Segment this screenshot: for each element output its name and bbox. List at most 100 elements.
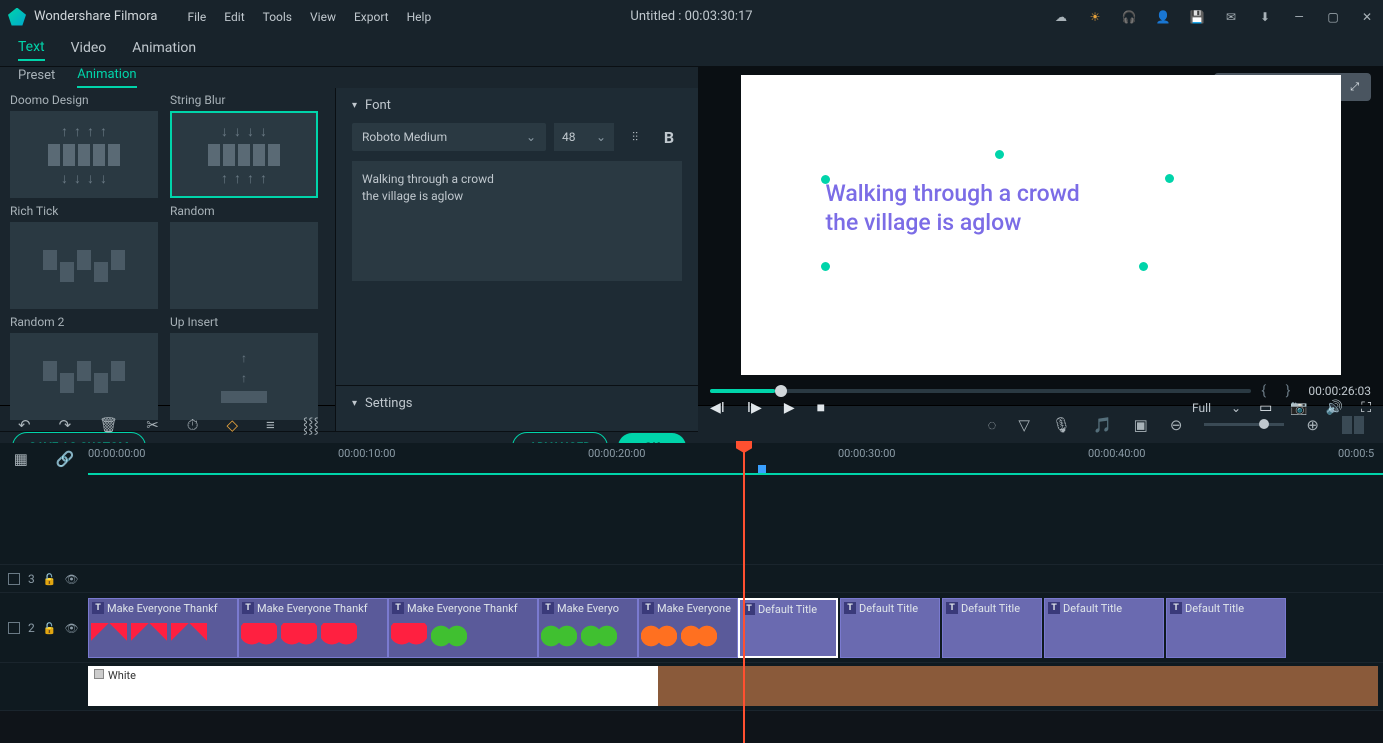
play-button[interactable]: ▶ — [784, 400, 795, 416]
resize-handle[interactable] — [995, 150, 1004, 159]
preset-string-blur[interactable]: String Blur — [170, 93, 318, 198]
snapshot-icon[interactable]: 📷 — [1290, 400, 1307, 416]
quality-select[interactable]: Full — [1192, 401, 1241, 415]
font-family-select[interactable]: Roboto Medium — [352, 123, 546, 151]
ruler-mark: 00:00:10:00 — [338, 447, 395, 460]
clip-media[interactable]: TMake Everyone — [638, 598, 738, 658]
volume-icon[interactable]: 🔊 — [1326, 400, 1343, 416]
track-view-toggle[interactable] — [1341, 416, 1365, 434]
audio-wave-icon[interactable]: ⸾⸾⸾ — [303, 415, 319, 435]
crop-icon[interactable]: ▣ — [1134, 416, 1148, 434]
visibility-icon[interactable] — [64, 621, 78, 635]
preset-rich-tick[interactable]: Rich Tick — [10, 204, 158, 309]
timeline-ruler[interactable]: 00:00:00:00 00:00:10:00 00:00:20:00 00:0… — [88, 443, 1383, 475]
line-spacing-icon[interactable]: ⫶⫶ — [622, 124, 648, 150]
fullscreen-icon[interactable]: ⛶ — [1361, 400, 1371, 416]
subtab-preset[interactable]: Preset — [18, 68, 55, 87]
track-body[interactable]: White — [88, 663, 1383, 710]
resize-handle[interactable] — [821, 175, 830, 184]
zoom-in-icon[interactable]: ⊕ — [1306, 416, 1319, 434]
bold-button[interactable]: B — [656, 124, 682, 150]
preset-up-insert[interactable]: Up Insert — [170, 315, 318, 420]
manage-tracks-icon[interactable]: ▦ — [14, 450, 28, 468]
clip-brown-bg[interactable] — [658, 666, 1378, 706]
step-fwd-button[interactable]: Ⅰ▶ — [747, 400, 762, 416]
effects-store-icon[interactable] — [1087, 9, 1103, 25]
window-minimize-icon[interactable] — [1291, 9, 1307, 25]
text-overlay-box[interactable]: Walking through a crowd the village is a… — [826, 180, 1166, 238]
preview-canvas[interactable]: Walking through a crowd the village is a… — [741, 75, 1341, 375]
clip-title[interactable]: TDefault Title — [942, 598, 1042, 658]
window-close-icon[interactable] — [1359, 9, 1375, 25]
clip-media[interactable]: TMake Everyone Thankf — [88, 598, 238, 658]
mixer-icon[interactable]: 🎵 — [1093, 416, 1112, 434]
save-icon[interactable] — [1189, 9, 1205, 25]
support-icon[interactable] — [1121, 9, 1137, 25]
download-icon[interactable] — [1257, 9, 1273, 25]
message-icon[interactable] — [1223, 9, 1239, 25]
keyframe-icon[interactable]: ◇ — [226, 416, 238, 434]
account-icon[interactable] — [1155, 9, 1171, 25]
playhead[interactable] — [743, 443, 745, 743]
split-icon[interactable]: ✂ — [146, 416, 159, 434]
step-back-button[interactable]: ◀Ⅰ — [710, 400, 725, 416]
preset-random[interactable]: Random — [170, 204, 318, 309]
preset-random-2[interactable]: Random 2 — [10, 315, 158, 420]
clip-media[interactable]: TMake Everyone Thankf — [238, 598, 388, 658]
menu-help[interactable]: Help — [407, 10, 432, 24]
track-row-3: 3 — [0, 565, 1383, 593]
zoom-slider[interactable] — [1204, 423, 1284, 426]
menu-export[interactable]: Export — [354, 10, 389, 24]
text-content-field[interactable]: Walking through a crowd the village is a… — [352, 161, 682, 281]
clip-title[interactable]: TDefault Title — [738, 598, 838, 658]
speed-icon[interactable]: ⏱ — [187, 416, 199, 434]
redo-icon[interactable]: ↷ — [59, 416, 72, 434]
tab-video[interactable]: Video — [71, 40, 107, 60]
resize-handle[interactable] — [1139, 262, 1148, 271]
in-point-marker[interactable] — [758, 465, 766, 473]
clip-media[interactable]: TMake Everyone Thankf — [388, 598, 538, 658]
adjust-icon[interactable]: ≡ — [266, 416, 275, 434]
stop-button[interactable]: ■ — [817, 399, 825, 416]
menu-file[interactable]: File — [187, 10, 206, 24]
font-size-select[interactable]: 48 — [554, 123, 614, 151]
in-out-braces[interactable]: { } — [1261, 383, 1298, 399]
window-maximize-icon[interactable] — [1325, 9, 1341, 25]
clip-white-bg[interactable]: White — [88, 666, 658, 706]
lock-icon[interactable] — [43, 621, 57, 635]
render-icon[interactable]: ◌ — [987, 416, 996, 434]
clip-media[interactable]: TMake Everyo — [538, 598, 638, 658]
font-section-header[interactable]: Font — [352, 98, 682, 113]
preset-doomo-design[interactable]: Doomo Design — [10, 93, 158, 198]
delete-icon[interactable]: 🗑 — [99, 416, 118, 434]
marker-icon[interactable]: ▽ — [1018, 416, 1030, 434]
link-icon[interactable]: 🔗 — [56, 450, 75, 468]
settings-section-header[interactable]: Settings — [352, 396, 682, 411]
record-vo-icon[interactable]: 🎙 — [1052, 416, 1071, 434]
clip-title[interactable]: TDefault Title — [840, 598, 940, 658]
clip-title[interactable]: TDefault Title — [1044, 598, 1164, 658]
track-toggle[interactable] — [8, 573, 20, 585]
undo-icon[interactable]: ↶ — [18, 416, 31, 434]
lock-icon[interactable] — [43, 572, 57, 586]
zoom-out-icon[interactable]: ⊖ — [1170, 416, 1183, 434]
cloud-icon[interactable] — [1053, 9, 1069, 25]
resize-handle[interactable] — [1165, 174, 1174, 183]
timeline-tracks: 3 2 TMake Everyone Thankf TMake Everyone… — [0, 475, 1383, 711]
tab-text[interactable]: Text — [18, 39, 45, 61]
resize-handle[interactable] — [821, 262, 830, 271]
menu-view[interactable]: View — [310, 10, 336, 24]
tab-animation[interactable]: Animation — [132, 40, 196, 60]
preview-scrubber[interactable]: { } 00:00:26:03 — [698, 383, 1383, 399]
font-size-value: 48 — [562, 130, 576, 144]
visibility-icon[interactable] — [64, 572, 78, 586]
scrub-knob[interactable] — [775, 385, 787, 397]
clip-title[interactable]: TDefault Title — [1166, 598, 1286, 658]
track-toggle[interactable] — [8, 622, 20, 634]
subtab-animation[interactable]: Animation — [77, 67, 136, 88]
ruler-mark: 00:00:5 — [1338, 447, 1374, 460]
track-body[interactable]: TMake Everyone Thankf TMake Everyone Tha… — [88, 593, 1383, 662]
display-icon[interactable]: ▭ — [1259, 400, 1272, 416]
menu-tools[interactable]: Tools — [263, 10, 292, 24]
menu-edit[interactable]: Edit — [224, 10, 244, 24]
